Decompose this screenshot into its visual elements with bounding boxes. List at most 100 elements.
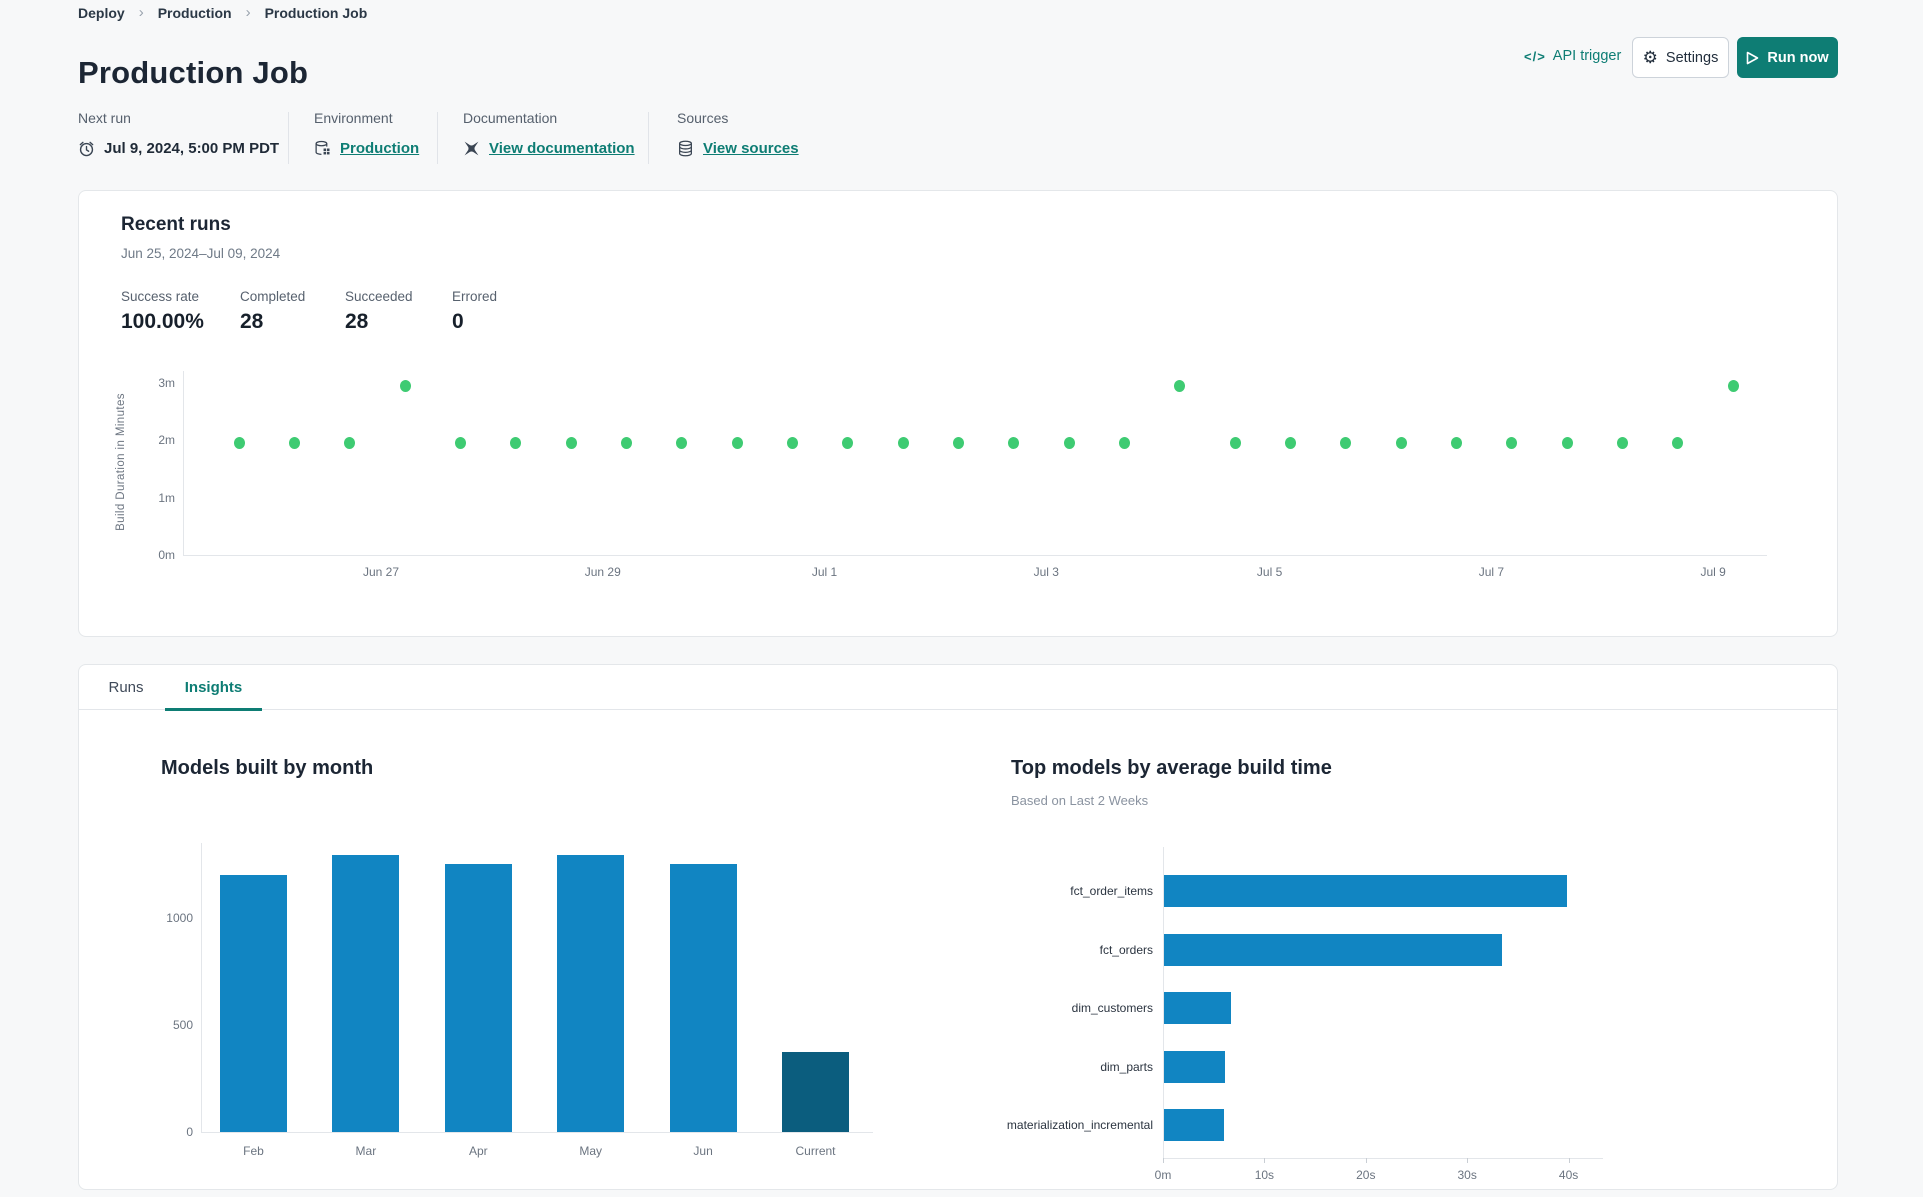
run-dot[interactable] [1008,437,1020,450]
month-bar-mar [332,854,400,1132]
environment-db-icon [315,140,330,155]
run-dot[interactable] [1506,437,1518,450]
view-documentation-link[interactable]: View documentation [489,140,635,157]
gear-icon: ⚙ [1642,48,1658,67]
run-dot[interactable] [454,437,466,450]
x-axis-tick-label: May [579,1144,603,1158]
run-dot[interactable] [676,437,688,450]
insights-card: Runs Insights Models built by month 0 500… [78,664,1838,1190]
run-dot[interactable] [1672,437,1684,450]
x-axis-tick-label: Jun [693,1144,713,1158]
run-dot[interactable] [1395,437,1407,450]
stat-label: Success rate [121,289,200,304]
x-axis-tick-label: 40s [1558,1168,1579,1182]
tab-strip: Runs Insights [79,665,1837,711]
run-dot[interactable] [842,437,854,450]
x-axis-tick [1467,1158,1469,1163]
recent-runs-card: Recent runs Jun 25, 2024–Jul 09, 2024 Su… [78,190,1838,637]
play-icon [1747,51,1759,64]
stat-succeeded: Succeeded 28 [345,289,413,334]
run-dot[interactable] [1727,379,1739,392]
tab-runs[interactable]: Runs [101,665,151,710]
run-dot[interactable] [288,437,300,450]
run-duration-scatter-chart: 0m 1m 2m 3m Jun 27 Jun 29 Jul 1 Jul 3 Jul 5 Jul 7… [158,371,1767,579]
run-dot[interactable] [1616,437,1628,450]
environment-link[interactable]: Production [340,140,419,157]
run-dot[interactable] [233,437,245,450]
run-dot[interactable] [399,379,411,392]
scatter-y-axis-title: Build Duration in Minutes [115,393,127,531]
info-sources: Sources View sources [677,110,799,157]
info-next-run: Next run Jul 9, 2024, 5:00 PM PDT [78,110,279,157]
run-dot[interactable] [1561,437,1573,450]
run-dot[interactable] [344,437,356,450]
run-dot[interactable] [1450,437,1462,450]
recent-runs-title: Recent runs [121,214,231,235]
breadcrumb-production-job: Production Job [264,4,368,21]
stat-errored: Errored 0 [452,289,497,334]
stat-label: Errored [452,289,498,304]
model-category-label: dim_parts [1100,1059,1153,1074]
x-axis-line [1163,1158,1603,1159]
month-bar-may [557,854,625,1132]
breadcrumb-deploy[interactable]: Deploy [78,5,125,21]
x-axis-tick-label: Feb [243,1144,264,1158]
tab-runs-label: Runs [108,679,144,696]
database-icon [679,140,692,157]
x-axis-tick [1568,1158,1570,1163]
model-category-label: fct_orders [1099,942,1153,957]
x-axis-tick-label: Apr [468,1144,488,1158]
chevron-right-icon: › [245,4,251,21]
x-axis-tick [1163,1158,1164,1163]
y-axis-tick-label: 0m [158,548,175,562]
models-built-chart-title: Models built by month [161,757,374,779]
documentation-label: Documentation [463,110,558,126]
x-axis-tick-label: Jul 9 [1700,565,1726,579]
run-dot[interactable] [731,437,743,450]
breadcrumb-production[interactable]: Production [158,5,232,21]
model-bar-dim_customers [1164,992,1231,1025]
run-dot[interactable] [1118,437,1130,450]
chevron-right-icon: › [138,4,144,21]
api-trigger-link[interactable]: </> API trigger [1524,48,1621,64]
x-axis-line [183,555,1767,556]
api-trigger-label: API trigger [1552,48,1622,64]
stat-completed: Completed 28 [240,289,305,334]
run-now-button[interactable]: Run now [1737,37,1838,78]
run-dot[interactable] [952,437,964,450]
stat-label: Succeeded [345,289,413,304]
tab-insights-label: Insights [184,679,243,696]
run-dot[interactable] [786,437,798,450]
top-models-chart-subtitle: Based on Last 2 Weeks [1011,793,1149,808]
production-job-page: Deploy › Production › Production Job Pro… [0,0,1923,1197]
stat-value: 0 [452,310,464,333]
run-dot[interactable] [620,437,632,450]
model-bar-fct_order_items [1164,875,1567,907]
next-run-label: Next run [78,110,131,126]
run-dot[interactable] [510,437,522,450]
settings-button[interactable]: ⚙ Settings [1632,37,1729,78]
recent-runs-date-range: Jun 25, 2024–Jul 09, 2024 [121,246,281,261]
y-axis-tick-label: 0 [186,1125,193,1139]
run-now-label: Run now [1767,49,1829,66]
x-axis-tick-label: Jul 7 [1478,565,1505,579]
month-bar-feb [220,875,287,1132]
environment-label: Environment [314,110,393,126]
run-dot[interactable] [565,437,577,450]
run-dot[interactable] [897,437,909,450]
divider [648,112,649,164]
run-dot[interactable] [1229,437,1241,450]
model-bar-fct_orders [1164,933,1502,966]
run-dot[interactable] [1063,437,1075,450]
view-sources-link[interactable]: View sources [703,140,799,157]
x-axis-tick-label: Mar [355,1144,377,1158]
x-axis-tick-label: Jun 29 [584,565,621,579]
model-bar-dim_parts [1164,1050,1225,1083]
y-axis-line [183,371,184,555]
run-dot[interactable] [1284,437,1296,450]
model-category-label: materialization_incremental [1006,1118,1153,1133]
run-dot[interactable] [1174,379,1186,392]
tab-insights[interactable]: Insights [165,665,262,711]
y-axis-tick-label: 1m [158,490,175,505]
run-dot[interactable] [1340,437,1352,450]
